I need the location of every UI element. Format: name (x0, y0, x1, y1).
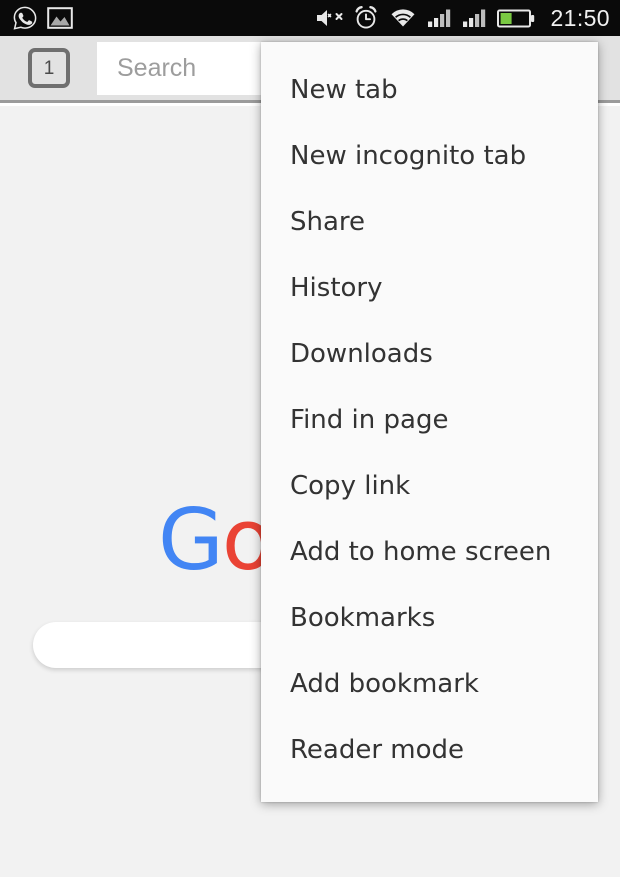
menu-item-label: Share (290, 207, 366, 238)
menu-item-history[interactable]: History (261, 256, 598, 322)
menu-item-downloads[interactable]: Downloads (261, 322, 598, 388)
menu-item-label: History (290, 273, 383, 304)
tab-counter-label: 1 (43, 57, 55, 79)
browser-overflow-menu[interactable]: New tab New incognito tab Share History … (261, 42, 598, 802)
menu-item-label: Add bookmark (290, 669, 479, 700)
status-bar-system-icons: 21:50 (314, 5, 610, 32)
volume-mute-icon (314, 6, 344, 30)
menu-item-label: Downloads (290, 339, 433, 370)
menu-item-copy-link[interactable]: Copy link (261, 454, 598, 520)
menu-item-label: Copy link (290, 471, 411, 502)
menu-item-label: New tab (290, 75, 398, 106)
menu-item-label: Find in page (290, 405, 449, 436)
menu-item-label: Reader mode (290, 735, 465, 766)
android-status-bar[interactable]: 21:50 (0, 0, 620, 36)
menu-item-share[interactable]: Share (261, 190, 598, 256)
menu-item-new-tab[interactable]: New tab (261, 58, 598, 124)
menu-item-find-in-page[interactable]: Find in page (261, 388, 598, 454)
menu-item-label: Add to home screen (290, 537, 552, 568)
menu-item-bookmarks[interactable]: Bookmarks (261, 586, 598, 652)
image-icon (47, 6, 73, 30)
whatsapp-icon (12, 5, 38, 31)
tab-counter-button[interactable]: 1 (28, 48, 70, 88)
google-logo-letter-g: G (158, 491, 224, 590)
menu-item-add-to-home-screen[interactable]: Add to home screen (261, 520, 598, 586)
menu-item-new-incognito-tab[interactable]: New incognito tab (261, 124, 598, 190)
menu-item-label: Bookmarks (290, 603, 436, 634)
alarm-clock-icon (353, 5, 379, 31)
menu-item-reader-mode[interactable]: Reader mode (261, 718, 598, 784)
status-bar-clock: 21:50 (550, 4, 610, 31)
menu-item-settings[interactable]: Settings (261, 784, 598, 802)
status-bar-notification-icons (12, 5, 73, 31)
signal-bars-sim1-icon (427, 6, 453, 30)
wifi-icon (388, 6, 418, 30)
menu-item-label: New incognito tab (290, 141, 527, 172)
signal-bars-sim2-icon (462, 6, 488, 30)
omnibox-placeholder: Search (117, 53, 197, 82)
menu-item-add-bookmark[interactable]: Add bookmark (261, 652, 598, 718)
battery-icon (497, 8, 535, 29)
